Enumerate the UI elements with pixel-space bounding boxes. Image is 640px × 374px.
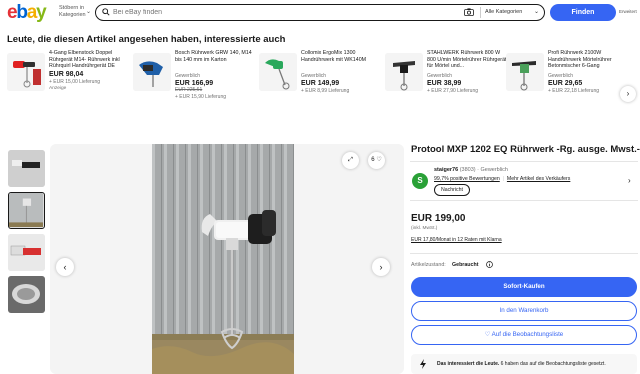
interest-banner: Das interessiert die Leute. 6 haben das … <box>411 354 637 374</box>
feedback-link[interactable]: 99,7% positive Bewertungen <box>434 176 500 182</box>
item-title[interactable]: Bosch Rührwerk GRW 140, M14 bis 140 mm i… <box>175 50 255 70</box>
item-price: EUR 199,00 <box>411 213 466 224</box>
search-bar: Alle Kategorien ⌄ <box>95 4 545 21</box>
product-image <box>7 53 45 91</box>
item-price: EUR 29,65 <box>548 80 583 87</box>
product-image <box>133 53 171 91</box>
seller-info: staiger76 (3803) · Gewerblich <box>434 167 508 173</box>
browse-categories-button[interactable]: Stöbern in Kategorien <box>59 5 89 18</box>
camera-icon[interactable] <box>464 8 474 16</box>
item-old-price: EUR 225,61 <box>175 87 203 93</box>
item-price: EUR 166,99 <box>175 80 214 87</box>
item-condition: Gewerblich <box>175 73 201 79</box>
message-seller-button[interactable]: Nachricht <box>434 184 470 196</box>
recommended-item[interactable]: 4-Gang Elbenstock Doppel Rührgerät M14- … <box>7 50 129 116</box>
financing-link[interactable]: EUR 17,80/Monat in 12 Raten mit Klarna <box>411 237 502 243</box>
recommended-item[interactable]: Profi Rührwerk 2100W Handrührwerk Mörtel… <box>506 50 628 116</box>
interest-text: Das interessiert die Leute. 6 haben das … <box>437 361 606 367</box>
ebay-logo[interactable]: ebay <box>7 2 47 24</box>
item-shipping: + EUR 27,90 Lieferung <box>427 88 479 94</box>
search-input[interactable] <box>113 6 443 18</box>
thumbnail-selected[interactable] <box>8 192 45 229</box>
image-prev-button[interactable]: ‹ <box>56 258 74 276</box>
search-icon <box>102 8 110 16</box>
item-price: EUR 98,04 <box>49 71 84 78</box>
item-title[interactable]: Profi Rührwerk 2100W Handrührwerk Mörtel… <box>548 50 628 70</box>
recommendations-heading: Leute, die diesen Artikel angesehen habe… <box>7 34 286 45</box>
divider <box>410 253 638 254</box>
seller-links: 99,7% positive Bewertungen | Mehr Artike… <box>434 176 571 182</box>
item-title[interactable]: 4-Gang Elbenstock Doppel Rührgerät M14- … <box>49 50 129 70</box>
category-select[interactable]: Alle Kategorien <box>485 9 522 15</box>
item-shipping: + EUR 15,90 Lieferung <box>175 94 227 100</box>
recommended-item[interactable]: Bosch Rührwerk GRW 140, M14 bis 140 mm i… <box>133 50 255 116</box>
thumbnail[interactable] <box>8 150 45 187</box>
info-icon[interactable] <box>486 261 493 268</box>
seller-card: S staiger76 (3803) · Gewerblich 99,7% po… <box>410 161 638 201</box>
seller-score: (3803) <box>459 167 476 173</box>
buy-now-button[interactable]: Sofort-Kaufen <box>411 277 637 297</box>
favorite-button[interactable]: 6 ♡ <box>368 152 385 169</box>
header: ebay Stöbern in Kategorien ⌄ Alle Katego… <box>0 0 640 26</box>
item-price: EUR 149,99 <box>301 80 340 87</box>
seller-avatar[interactable]: S <box>412 173 428 189</box>
condition-value: Gebraucht <box>452 262 479 268</box>
item-shipping: + EUR 22,18 Lieferung <box>548 88 600 94</box>
product-image <box>506 53 544 91</box>
advanced-search-link[interactable]: Erweitert <box>619 9 637 14</box>
chevron-down-icon: ⌄ <box>86 9 92 15</box>
recommended-item[interactable]: STAHLWERK Rührwerk 800 W 800 U/min Mörte… <box>385 50 507 116</box>
listing-title: Protool MXP 1202 EQ Rührwerk -Rg. ausge.… <box>411 144 640 155</box>
item-title[interactable]: STAHLWERK Rührwerk 800 W 800 U/min Mörte… <box>427 50 507 70</box>
item-title[interactable]: Collomix ErgoMix 1300 Handrührwerk mit W… <box>301 50 381 70</box>
watchlist-button[interactable]: ♡ Auf die Beobachtungsliste <box>411 325 637 345</box>
seller-type: · Gewerblich <box>477 167 508 173</box>
heart-icon: ♡ <box>376 157 382 163</box>
item-condition: Gewerblich <box>427 73 453 79</box>
product-image <box>385 53 423 91</box>
item-shipping: + EUR 15,00 Lieferung <box>49 79 101 85</box>
product-image <box>259 53 297 91</box>
image-viewer: ‹ › ⤢ 6 ♡ <box>50 144 404 374</box>
recommended-item[interactable]: Collomix ErgoMix 1300 Handrührwerk mit W… <box>259 50 381 116</box>
item-condition: Gewerblich <box>301 73 327 79</box>
more-items-link[interactable]: Mehr Artikel des Verkäufers <box>507 176 570 182</box>
image-next-button[interactable]: › <box>372 258 390 276</box>
carousel-next-button[interactable]: › <box>620 86 636 102</box>
item-price: EUR 38,99 <box>427 80 462 87</box>
thumbnail[interactable] <box>8 234 45 271</box>
find-button[interactable]: Finden <box>550 4 616 21</box>
chevron-right-icon[interactable]: › <box>628 176 631 185</box>
condition-label: Artikelzustand: <box>411 262 446 268</box>
expand-icon[interactable]: ⤢ <box>342 152 359 169</box>
thumbnail-strip <box>8 150 46 318</box>
chevron-down-icon: ⌄ <box>534 9 540 15</box>
add-to-cart-button[interactable]: In den Warenkorb <box>411 301 637 321</box>
lightning-icon <box>420 359 426 369</box>
main-product-photo[interactable] <box>152 144 294 374</box>
thumbnail[interactable] <box>8 276 45 313</box>
seller-name[interactable]: staiger76 <box>434 167 458 173</box>
search-divider <box>480 7 481 18</box>
ad-label: Anzeige <box>49 86 67 91</box>
item-shipping: + EUR 8,99 Lieferung <box>301 88 350 94</box>
vat-note: (inkl. MwSt.) <box>411 226 438 231</box>
item-condition: Gewerblich <box>548 73 574 79</box>
favorite-count: 6 <box>371 157 375 163</box>
